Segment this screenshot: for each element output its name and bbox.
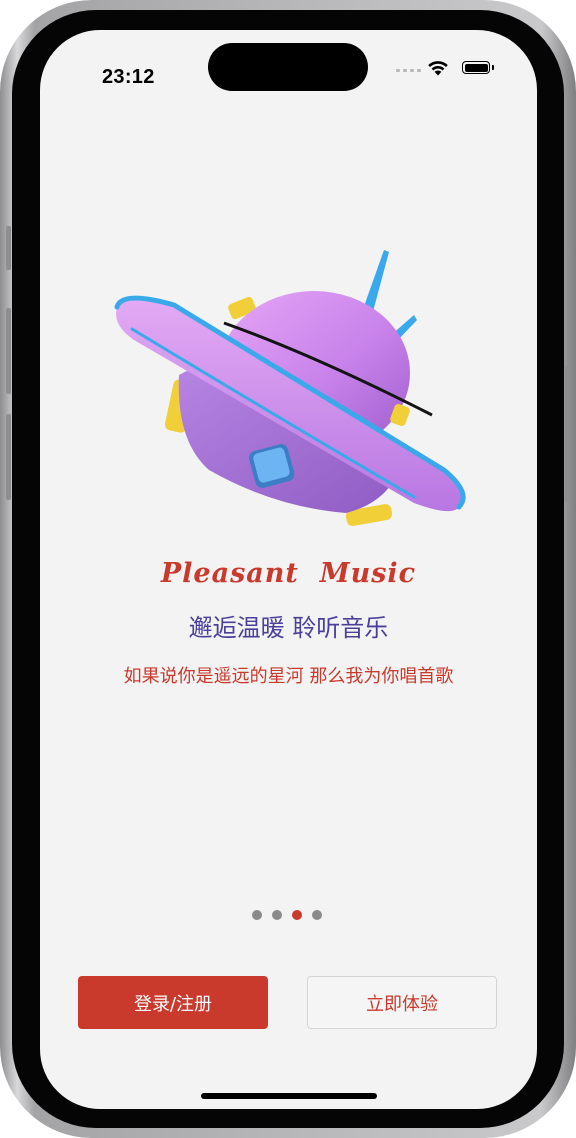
page-indicator[interactable] xyxy=(252,910,322,920)
status-icons xyxy=(396,60,500,76)
volume-down-button xyxy=(6,414,11,500)
tagline-text: 如果说你是遥远的星河 那么我为你唱首歌 xyxy=(123,666,454,687)
action-button xyxy=(6,226,11,270)
page-dot-1[interactable] xyxy=(252,910,262,920)
try-now-button[interactable]: 立即体验 xyxy=(307,976,497,1029)
page-dot-4[interactable] xyxy=(312,910,322,920)
battery-icon xyxy=(462,61,490,74)
power-button xyxy=(565,366,570,502)
dynamic-island xyxy=(208,43,368,91)
cellular-signal-icon xyxy=(396,69,421,72)
wifi-icon xyxy=(428,61,448,76)
status-time: 23:12 xyxy=(102,66,155,88)
login-register-button[interactable]: 登录/注册 xyxy=(78,976,268,1029)
battery-tip xyxy=(492,65,494,70)
slogan-text: 邂逅温暖 聆听音乐 xyxy=(188,614,389,642)
app-screen: 23:12 Pleasant Music 邂逅温暖 聆听音乐 如果说你是遥远的星… xyxy=(40,30,537,1109)
ufo-illustration xyxy=(114,250,466,526)
page-dot-3-active[interactable] xyxy=(292,910,302,920)
page-dot-2[interactable] xyxy=(272,910,282,920)
app-title: Pleasant Music xyxy=(160,558,417,589)
volume-up-button xyxy=(6,308,11,394)
home-indicator[interactable] xyxy=(201,1093,377,1099)
